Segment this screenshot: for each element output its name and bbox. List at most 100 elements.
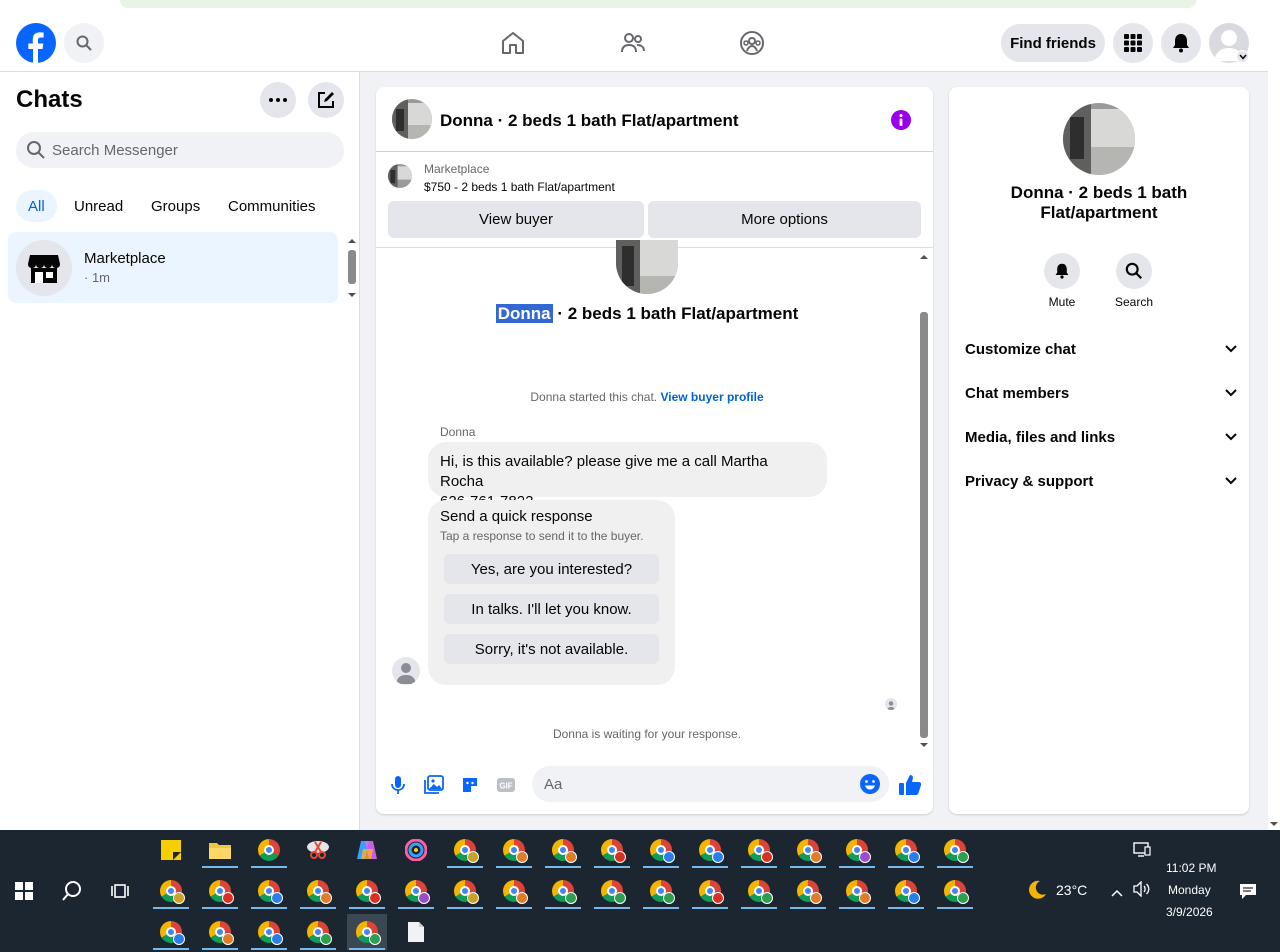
file-explorer-icon[interactable] bbox=[200, 832, 240, 868]
groups-icon[interactable] bbox=[737, 28, 767, 58]
chrome-profile-icon[interactable] bbox=[739, 873, 779, 909]
search-messenger[interactable] bbox=[16, 132, 344, 168]
chrome-profile-icon[interactable] bbox=[151, 914, 191, 950]
info-listing-avatar[interactable] bbox=[1063, 103, 1135, 175]
new-message-icon[interactable] bbox=[308, 82, 344, 118]
chrome-profile-icon[interactable] bbox=[200, 873, 240, 909]
chrome-profile-icon[interactable] bbox=[298, 873, 338, 909]
like-thumbs-up-icon[interactable] bbox=[898, 773, 922, 797]
task-view-icon[interactable] bbox=[100, 873, 140, 909]
quick-reply-not-available-button[interactable]: Sorry, it's not available. bbox=[444, 634, 659, 664]
quick-reply-in-talks-button[interactable]: In talks. I'll let you know. bbox=[444, 594, 659, 624]
conversation-title[interactable]: Donna · 2 beds 1 bath Flat/apartment bbox=[440, 111, 739, 131]
chrome-profile-icon[interactable] bbox=[151, 873, 191, 909]
friends-icon[interactable] bbox=[618, 28, 648, 58]
tab-communities[interactable]: Communities bbox=[216, 190, 328, 222]
network-icon[interactable] bbox=[1133, 842, 1151, 863]
chrome-profile-icon[interactable] bbox=[837, 873, 877, 909]
tab-unread[interactable]: Unread bbox=[62, 190, 135, 222]
mute-bell-icon[interactable] bbox=[1044, 253, 1080, 289]
windows-start-icon[interactable] bbox=[4, 873, 44, 909]
chrome-profile-icon[interactable] bbox=[347, 873, 387, 909]
taskbar-search-icon[interactable] bbox=[52, 873, 92, 909]
view-buyer-button[interactable]: View buyer bbox=[388, 201, 644, 238]
chrome-profile-icon[interactable] bbox=[445, 832, 485, 868]
chrome-profile-icon[interactable] bbox=[935, 832, 975, 868]
tab-all[interactable]: All bbox=[16, 190, 57, 222]
chrome-profile-icon[interactable] bbox=[445, 873, 485, 909]
mute-action[interactable]: Mute bbox=[1032, 253, 1092, 309]
chrome-profile-icon[interactable] bbox=[641, 832, 681, 868]
quick-reply-yes-button[interactable]: Yes, are you interested? bbox=[444, 554, 659, 584]
listing-avatar[interactable] bbox=[392, 99, 432, 139]
sticker-icon[interactable] bbox=[458, 773, 482, 797]
chrome-profile-icon[interactable] bbox=[739, 832, 779, 868]
sender-avatar[interactable] bbox=[392, 657, 420, 685]
emoji-icon[interactable] bbox=[859, 773, 881, 800]
listing-thumbnail[interactable] bbox=[388, 164, 412, 188]
chrome-profile-icon[interactable] bbox=[494, 832, 534, 868]
more-options-button[interactable]: More options bbox=[648, 201, 921, 238]
sidebar-scrollbar[interactable] bbox=[345, 234, 359, 302]
chrome-profile-icon-active[interactable] bbox=[347, 914, 387, 950]
search-action[interactable]: Search bbox=[1104, 253, 1164, 309]
incoming-message-bubble[interactable]: Hi, is this available? please give me a … bbox=[428, 442, 827, 510]
listing-price-title[interactable]: $750 - 2 beds 1 bath Flat/apartment bbox=[424, 180, 615, 194]
snipping-tool-icon[interactable] bbox=[298, 832, 338, 868]
facebook-logo-icon[interactable] bbox=[16, 23, 56, 63]
chrome-profile-icon[interactable] bbox=[788, 873, 828, 909]
gif-icon[interactable]: GIF bbox=[494, 773, 518, 797]
photos-app-icon[interactable] bbox=[396, 832, 436, 868]
chrome-profile-icon[interactable] bbox=[543, 873, 583, 909]
menu-grid-icon[interactable] bbox=[1113, 23, 1153, 63]
document-file-icon[interactable] bbox=[396, 914, 436, 950]
thread-scrollbar[interactable] bbox=[917, 250, 931, 752]
chrome-profile-icon[interactable] bbox=[837, 832, 877, 868]
clock-date[interactable]: 3/9/2026 bbox=[1166, 905, 1213, 919]
microphone-icon[interactable] bbox=[386, 773, 410, 797]
chat-list-item-marketplace[interactable]: Marketplace · 1m bbox=[8, 232, 338, 303]
home-icon[interactable] bbox=[498, 28, 528, 58]
section-privacy-support[interactable]: Privacy & support bbox=[965, 463, 1237, 499]
message-input-box[interactable] bbox=[532, 766, 889, 802]
page-scrollbar[interactable] bbox=[1268, 14, 1280, 830]
clock-day[interactable]: Monday bbox=[1168, 883, 1211, 897]
search-messenger-input[interactable] bbox=[52, 132, 332, 168]
chrome-profile-icon[interactable] bbox=[690, 873, 730, 909]
search-icon[interactable] bbox=[64, 23, 104, 63]
tab-groups[interactable]: Groups bbox=[139, 190, 212, 222]
search-icon[interactable] bbox=[1116, 253, 1152, 289]
section-chat-members[interactable]: Chat members bbox=[965, 375, 1237, 411]
chrome-profile-icon[interactable] bbox=[396, 873, 436, 909]
chrome-profile-icon[interactable] bbox=[494, 873, 534, 909]
chrome-browser-icon[interactable] bbox=[249, 832, 289, 868]
chrome-profile-icon[interactable] bbox=[543, 832, 583, 868]
copilot-icon[interactable] bbox=[347, 832, 387, 868]
notification-center-icon[interactable] bbox=[1239, 882, 1257, 905]
chrome-profile-icon[interactable] bbox=[298, 914, 338, 950]
volume-icon[interactable] bbox=[1133, 880, 1151, 902]
chrome-profile-icon[interactable] bbox=[788, 832, 828, 868]
message-input[interactable] bbox=[544, 766, 844, 802]
chrome-profile-icon[interactable] bbox=[249, 873, 289, 909]
conversation-info-icon[interactable] bbox=[890, 109, 912, 136]
chrome-profile-icon[interactable] bbox=[935, 873, 975, 909]
weather-moon-icon[interactable] bbox=[1026, 879, 1048, 906]
find-friends-button[interactable]: Find friends bbox=[1001, 24, 1105, 62]
section-media-files-links[interactable]: Media, files and links bbox=[965, 419, 1237, 455]
section-customize-chat[interactable]: Customize chat bbox=[965, 331, 1237, 367]
chrome-profile-icon[interactable] bbox=[886, 873, 926, 909]
view-buyer-profile-link[interactable]: View buyer profile bbox=[660, 390, 763, 404]
account-chevron-icon[interactable] bbox=[1236, 50, 1249, 63]
chrome-profile-icon[interactable] bbox=[886, 832, 926, 868]
show-hidden-icons-chevron-icon[interactable] bbox=[1111, 884, 1123, 902]
chrome-profile-icon[interactable] bbox=[641, 873, 681, 909]
chrome-profile-icon[interactable] bbox=[592, 873, 632, 909]
chrome-profile-icon[interactable] bbox=[690, 832, 730, 868]
sticky-notes-icon[interactable] bbox=[151, 832, 191, 868]
photo-gallery-icon[interactable] bbox=[422, 773, 446, 797]
chrome-profile-icon[interactable] bbox=[200, 914, 240, 950]
chrome-profile-icon[interactable] bbox=[592, 832, 632, 868]
more-options-icon[interactable] bbox=[260, 82, 296, 118]
weather-temperature[interactable]: 23°C bbox=[1056, 882, 1087, 898]
